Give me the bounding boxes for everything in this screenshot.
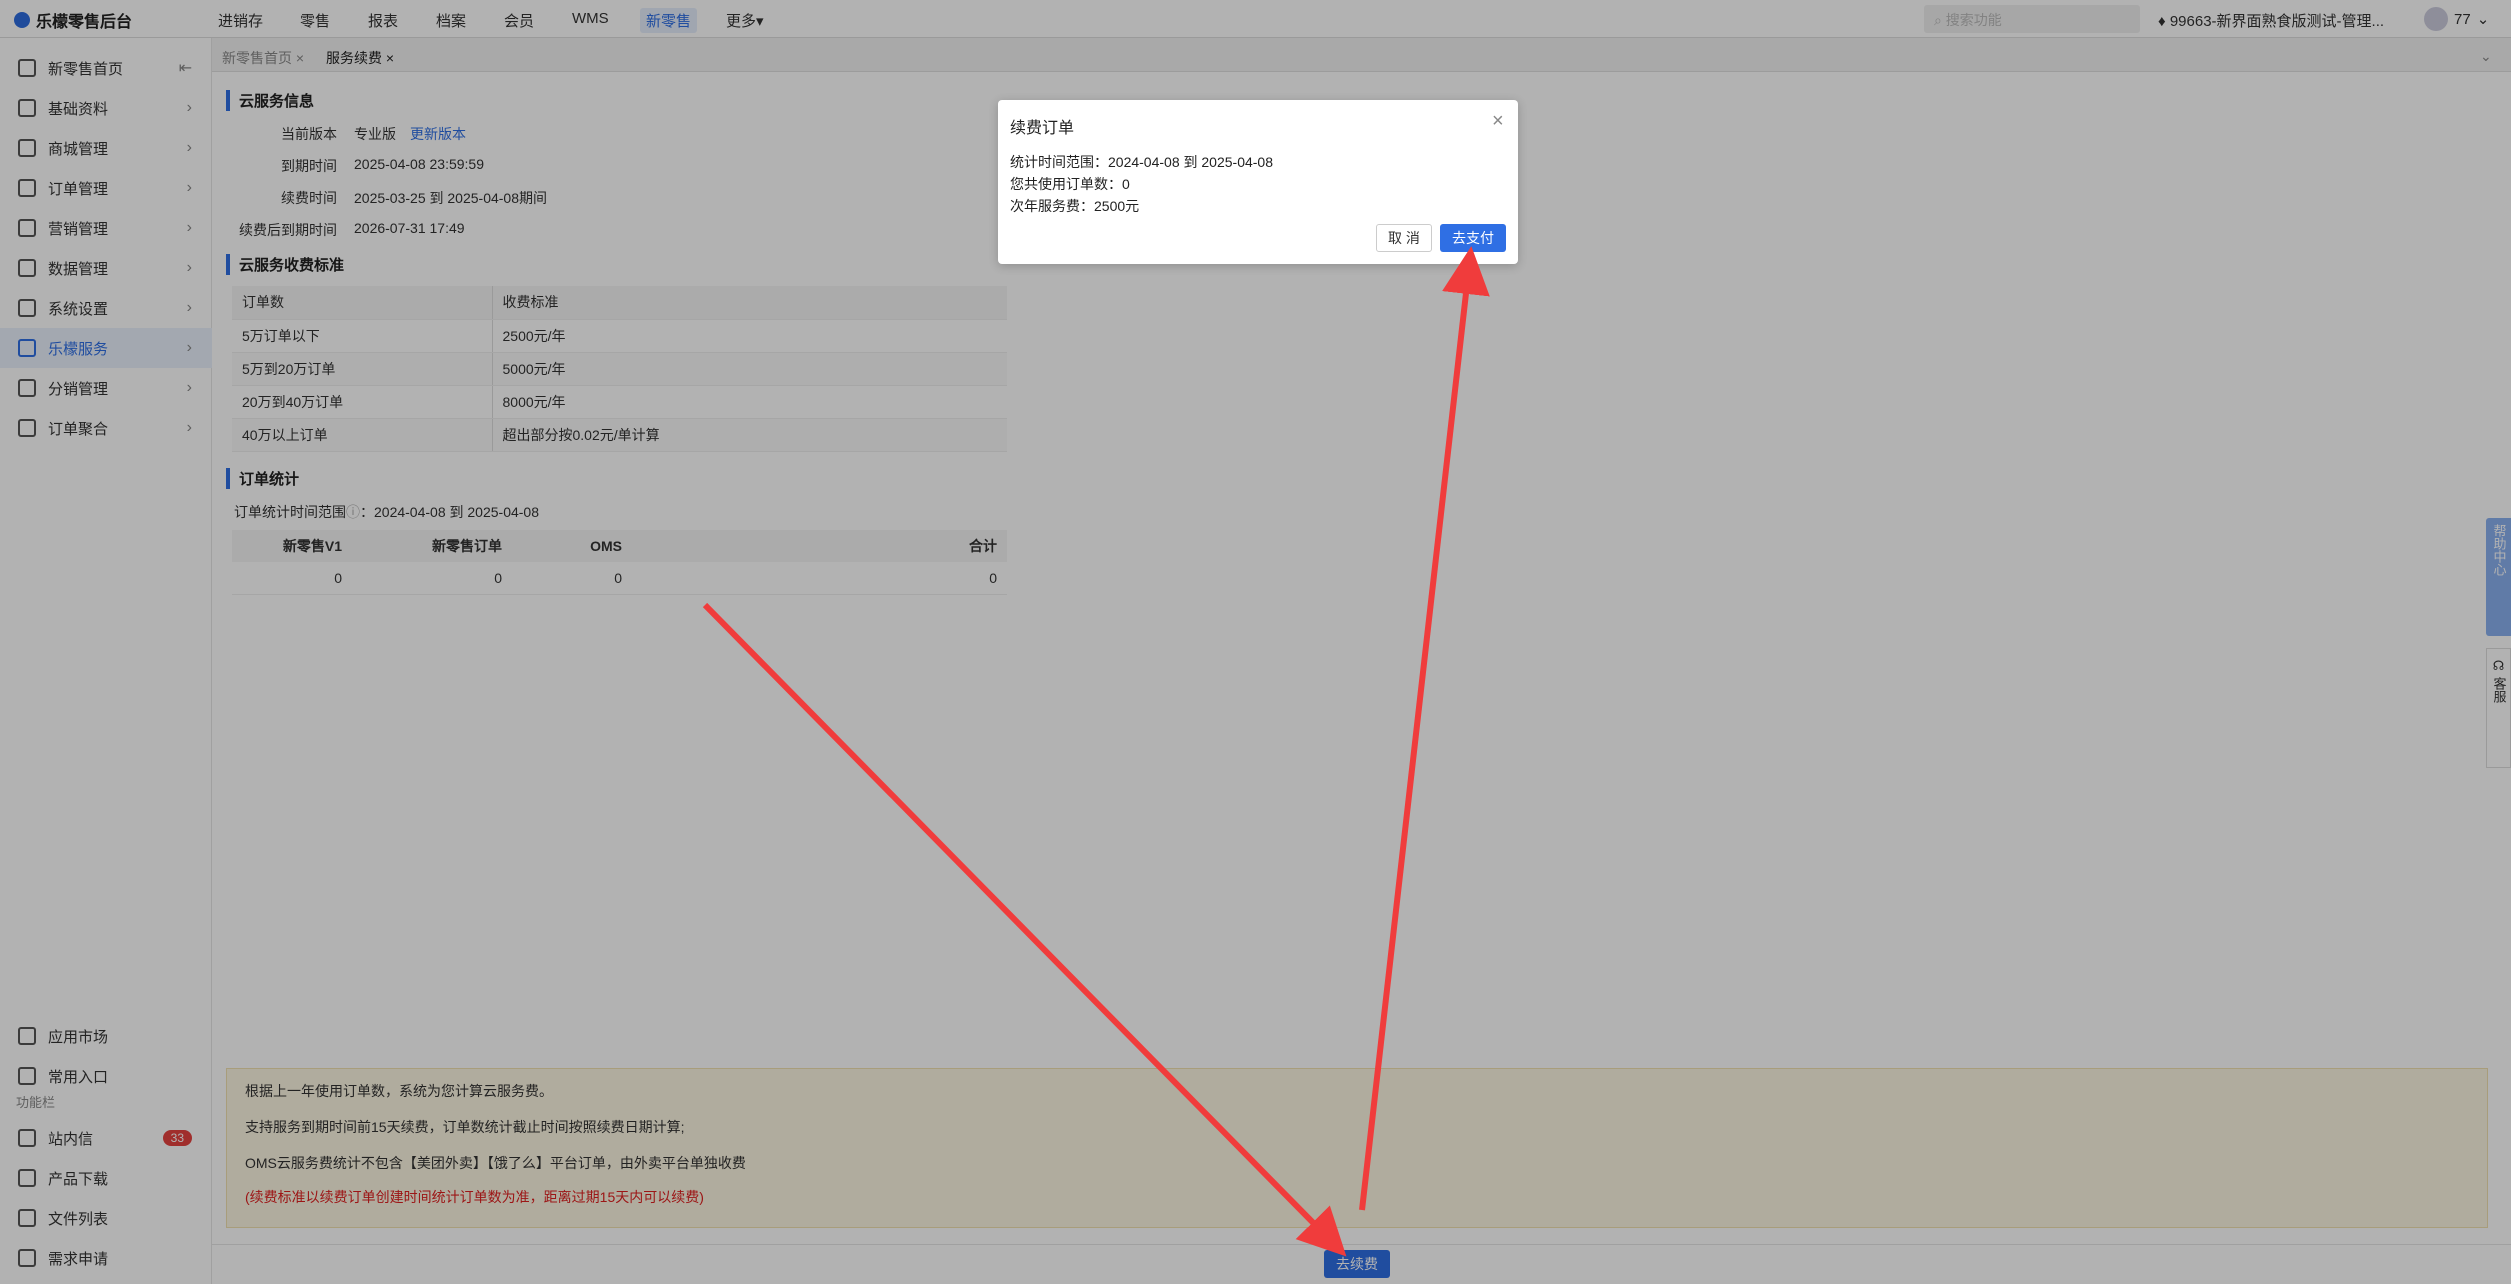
annotation-arrow-to-pay xyxy=(1359,246,1490,1211)
annotation-arrow-to-renew xyxy=(702,602,1347,1257)
annotation-arrows xyxy=(702,246,1490,1257)
